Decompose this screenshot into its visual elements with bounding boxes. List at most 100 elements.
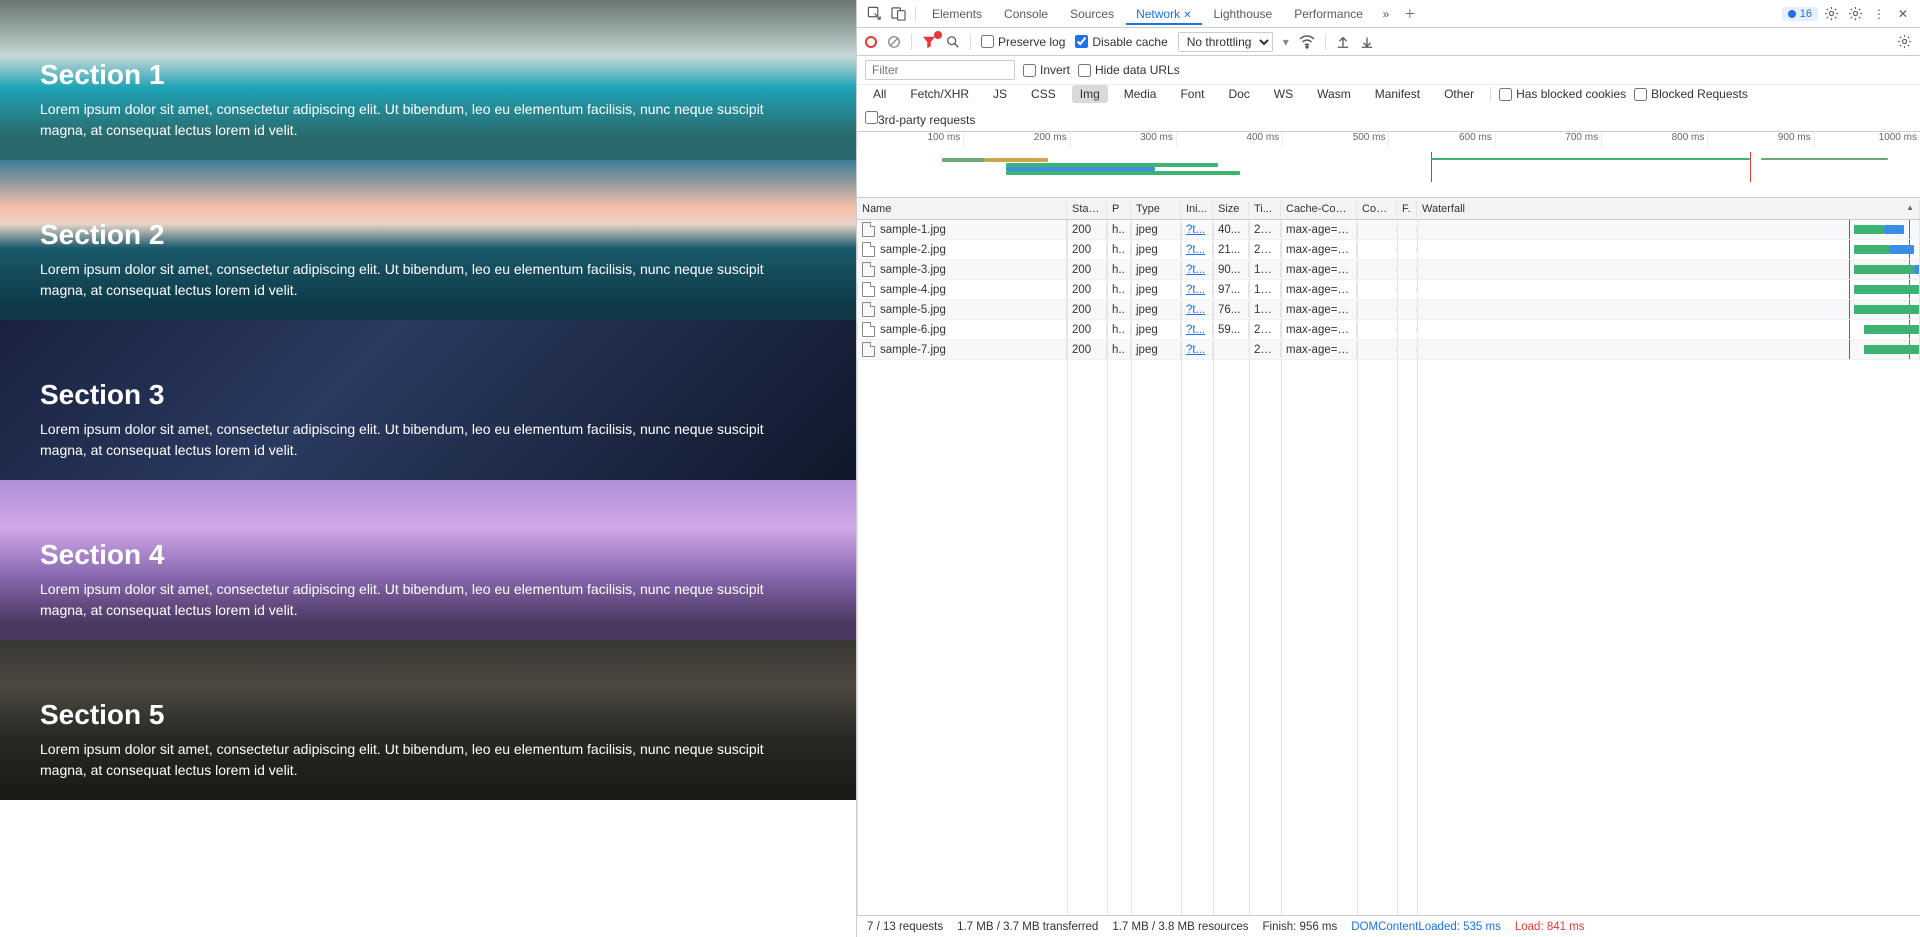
filter-pill-img[interactable]: Img [1072, 85, 1108, 103]
issues-badge[interactable]: 16 [1782, 7, 1818, 21]
close-icon[interactable]: ✕ [1183, 10, 1191, 21]
request-f [1397, 228, 1417, 232]
hide-data-urls-checkbox[interactable]: Hide data URLs [1078, 63, 1180, 77]
filter-icon[interactable] [922, 35, 936, 49]
col-waterfall[interactable]: Waterfall▲ [1417, 201, 1920, 217]
col-type[interactable]: Type [1131, 201, 1181, 217]
tab-performance[interactable]: Performance [1284, 3, 1373, 25]
request-priority: h.. [1107, 262, 1131, 278]
filter-pill-font[interactable]: Font [1172, 85, 1212, 103]
section-4-text: Lorem ipsum dolor sit amet, consectetur … [40, 579, 800, 621]
upload-icon[interactable] [1336, 35, 1350, 49]
timeline-tick: 600 ms [1388, 132, 1494, 148]
disable-cache-checkbox[interactable]: Disable cache [1075, 35, 1167, 49]
filter-pill-all[interactable]: All [865, 85, 894, 103]
search-icon[interactable] [946, 35, 960, 49]
settings-icon[interactable] [1820, 3, 1842, 25]
request-row[interactable]: sample-5.jpg200h..jpeg?t...76...19...max… [857, 300, 1920, 320]
request-status: 200 [1067, 322, 1107, 338]
preserve-log-checkbox[interactable]: Preserve log [981, 35, 1065, 49]
section-2: Section 2 Lorem ipsum dolor sit amet, co… [0, 160, 856, 320]
request-size: 76... [1213, 302, 1249, 318]
section-5-text: Lorem ipsum dolor sit amet, consectetur … [40, 739, 800, 781]
col-status[interactable]: Status [1067, 201, 1107, 217]
add-tab-icon[interactable]: ＋ [1399, 3, 1421, 25]
device-toggle-icon[interactable] [887, 3, 909, 25]
record-icon[interactable] [865, 36, 877, 48]
third-party-checkbox[interactable]: 3rd-party requests [865, 111, 975, 127]
request-row[interactable]: sample-2.jpg200h..jpeg?t...21...24...max… [857, 240, 1920, 260]
request-initiator[interactable]: ?t... [1186, 284, 1205, 296]
throttling-select[interactable]: No throttling [1178, 32, 1273, 52]
network-filter-row: Invert Hide data URLs [857, 56, 1920, 85]
file-icon [862, 322, 875, 337]
request-row[interactable]: sample-3.jpg200h..jpeg?t...90...16...max… [857, 260, 1920, 280]
col-size[interactable]: Size [1213, 201, 1249, 217]
request-type: jpeg [1131, 282, 1181, 298]
col-f[interactable]: F. [1397, 201, 1417, 217]
col-name[interactable]: Name [857, 201, 1067, 217]
chevron-down-icon[interactable]: ▾ [1283, 35, 1289, 49]
col-content[interactable]: Cont... [1357, 201, 1397, 217]
request-type: jpeg [1131, 302, 1181, 318]
request-initiator[interactable]: ?t... [1186, 344, 1205, 356]
filter-pill-ws[interactable]: WS [1266, 85, 1301, 103]
tab-sources[interactable]: Sources [1060, 3, 1124, 25]
wifi-icon[interactable] [1299, 35, 1315, 49]
tab-elements[interactable]: Elements [922, 3, 992, 25]
close-devtools-icon[interactable]: ✕ [1892, 3, 1914, 25]
request-f [1397, 268, 1417, 272]
request-initiator[interactable]: ?t... [1186, 304, 1205, 316]
network-timeline[interactable]: 100 ms200 ms300 ms400 ms500 ms600 ms700 … [857, 132, 1920, 198]
request-cache: max-age=25... [1281, 282, 1357, 298]
request-row[interactable]: sample-6.jpg200h..jpeg?t...59...28...max… [857, 320, 1920, 340]
section-1: Section 1 Lorem ipsum dolor sit amet, co… [0, 0, 856, 160]
tab-console[interactable]: Console [994, 3, 1058, 25]
tab-network[interactable]: Network✕ [1126, 3, 1201, 25]
tab-lighthouse[interactable]: Lighthouse [1204, 3, 1283, 25]
blocked-requests-checkbox[interactable]: Blocked Requests [1634, 87, 1748, 101]
invert-checkbox[interactable]: Invert [1023, 63, 1070, 77]
filter-pill-fetchxhr[interactable]: Fetch/XHR [902, 85, 977, 103]
filter-pill-css[interactable]: CSS [1023, 85, 1064, 103]
download-icon[interactable] [1360, 35, 1374, 49]
request-waterfall [1417, 300, 1920, 319]
timeline-tick: 700 ms [1495, 132, 1601, 148]
devtools-settings-icon[interactable] [1844, 3, 1866, 25]
request-status: 200 [1067, 262, 1107, 278]
timeline-tick: 900 ms [1707, 132, 1813, 148]
col-cache[interactable]: Cache-Control [1281, 201, 1357, 217]
request-initiator[interactable]: ?t... [1186, 224, 1205, 236]
inspect-icon[interactable] [863, 3, 885, 25]
clear-icon[interactable] [887, 35, 901, 49]
request-content [1357, 308, 1397, 312]
filter-pill-js[interactable]: JS [985, 85, 1015, 103]
filter-pill-doc[interactable]: Doc [1220, 85, 1257, 103]
request-initiator[interactable]: ?t... [1186, 244, 1205, 256]
col-priority[interactable]: P [1107, 201, 1131, 217]
blocked-cookies-checkbox[interactable]: Has blocked cookies [1499, 87, 1626, 101]
request-initiator[interactable]: ?t... [1186, 264, 1205, 276]
gear-icon[interactable] [1897, 34, 1912, 49]
kebab-menu-icon[interactable]: ⋮ [1868, 3, 1890, 25]
request-initiator[interactable]: ?t... [1186, 324, 1205, 336]
filter-pill-media[interactable]: Media [1116, 85, 1165, 103]
filter-pill-manifest[interactable]: Manifest [1367, 85, 1428, 103]
request-priority: h.. [1107, 222, 1131, 238]
filter-input[interactable] [865, 60, 1015, 80]
request-content [1357, 288, 1397, 292]
col-time[interactable]: Ti... [1249, 201, 1281, 217]
request-size: 97... [1213, 282, 1249, 298]
section-4: Section 4 Lorem ipsum dolor sit amet, co… [0, 480, 856, 640]
col-initiator[interactable]: Ini... [1181, 201, 1213, 217]
section-3-title: Section 3 [40, 379, 816, 411]
filter-pill-other[interactable]: Other [1436, 85, 1482, 103]
network-statusbar: 7 / 13 requests 1.7 MB / 3.7 MB transfer… [857, 915, 1920, 937]
request-row[interactable]: sample-1.jpg200h..jpeg?t...40...24...max… [857, 220, 1920, 240]
request-row[interactable]: sample-4.jpg200h..jpeg?t...97...16...max… [857, 280, 1920, 300]
more-tabs-icon[interactable]: » [1375, 3, 1397, 25]
request-size: 21... [1213, 242, 1249, 258]
request-row[interactable]: sample-7.jpg200h..jpeg?t...21...max-age=… [857, 340, 1920, 360]
filter-pill-wasm[interactable]: Wasm [1309, 85, 1359, 103]
webpage-viewport[interactable]: Section 1 Lorem ipsum dolor sit amet, co… [0, 0, 856, 937]
